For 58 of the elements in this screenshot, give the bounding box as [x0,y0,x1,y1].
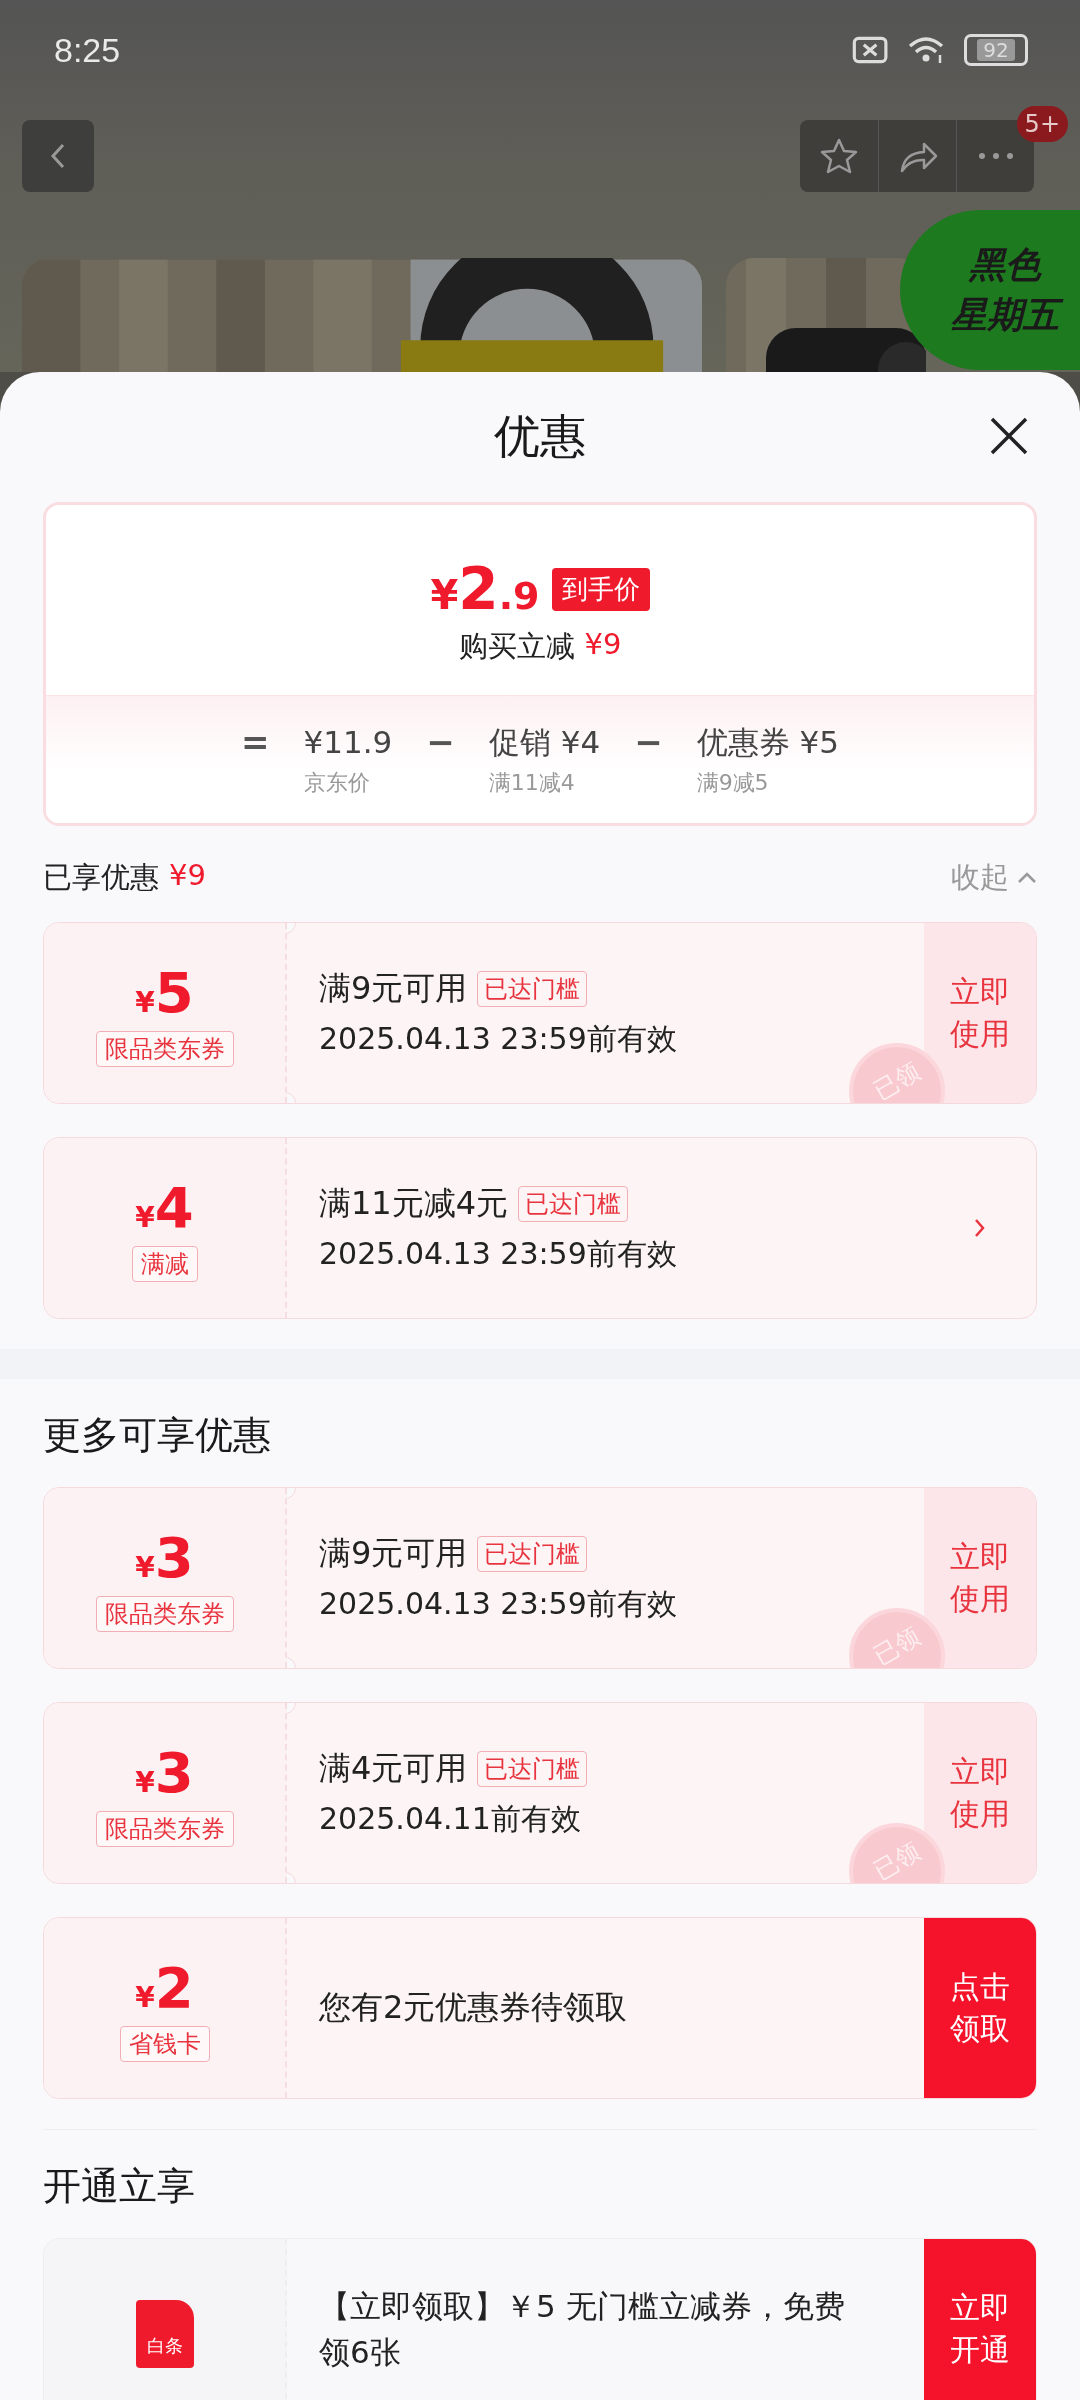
notification-badge: 5+ [1016,106,1068,142]
price-tag: 到手价 [551,567,650,611]
coupon-condition: 您有2元优惠券待领取 [319,1987,628,2028]
section-title: 开通立享 [43,2162,196,2210]
chevron-right-icon [973,1217,987,1239]
operator-sign: − [426,722,455,762]
use-button[interactable]: 立即使用 [924,923,1036,1103]
applied-amount: ¥9 [169,858,206,894]
status-time: 8:25 [54,30,121,70]
use-button[interactable]: 立即使用 [924,1703,1036,1883]
coupon-condition: 满9元可用 [319,1532,468,1574]
price-term: 促销 ¥4 [488,723,601,762]
document-icon: 白条 [135,2300,194,2368]
validity-text: 2025.04.11前有效 [319,1799,582,1838]
claim-button[interactable]: 点击领取 [924,1918,1036,2098]
coupon-type-tag: 限品类东券 [95,1595,234,1632]
threshold-badge: 已达门槛 [518,1185,629,1222]
claim-button[interactable]: 立即开通 [924,2239,1036,2400]
saving-amount: ¥9 [584,627,622,663]
section-title: 更多可享优惠 [43,1411,272,1459]
coupon-amount: ¥2 [135,1954,194,2020]
term-note: 满11减4 [488,769,576,797]
coupon-amount: ¥5 [135,959,194,1025]
validity-text: 2025.04.13 23:59前有效 [319,1234,678,1273]
coupon-type-tag: 省钱卡 [119,2025,210,2062]
threshold-badge: 已达门槛 [477,1535,588,1572]
coupon-condition: 满4元可用 [319,1747,468,1789]
operator-sign: = [241,722,270,762]
coupon-condition: 满9元可用 [319,967,468,1009]
coupon-type-tag: 限品类东券 [95,1030,234,1067]
price-term: ¥11.9 [303,723,393,762]
battery-level: 92 [977,39,1015,61]
applied-label: 已享优惠 [43,859,159,896]
use-button[interactable]: 立即使用 [924,1488,1036,1668]
coupon-condition: 【立即领取】￥5 无门槛立减券，免费领6张 [319,2287,846,2372]
coupon-type-tag: 限品类东券 [95,1810,234,1847]
coupon-type-tag: 满减 [131,1245,198,1282]
coupon-amount: ¥3 [135,1524,194,1590]
operator-sign: − [634,722,663,762]
threshold-badge: 已达门槛 [477,970,588,1007]
threshold-badge: 已达门槛 [477,1750,588,1787]
term-note: 京东价 [303,769,371,797]
coupon-amount: ¥3 [135,1739,194,1805]
coupon-amount: ¥4 [135,1174,194,1240]
saving-label: 购买立减 [458,628,575,665]
close-icon [989,416,1029,456]
coupon-condition: 满11元减4元 [319,1182,509,1224]
validity-text: 2025.04.13 23:59前有效 [319,1584,678,1623]
price-term: 优惠券 ¥5 [696,723,839,762]
sheet-title: 优惠 [494,408,586,465]
validity-text: 2025.04.13 23:59前有效 [319,1019,678,1058]
promo-text: 星期五 [943,290,1067,340]
star-icon [819,137,859,175]
promo-text: 黑色 [967,243,1043,287]
final-price: ¥2.9 [430,555,540,623]
term-note: 满9减5 [696,769,770,797]
collapse-toggle[interactable]: 收起 [951,858,1037,898]
wifi-icon [906,35,946,65]
